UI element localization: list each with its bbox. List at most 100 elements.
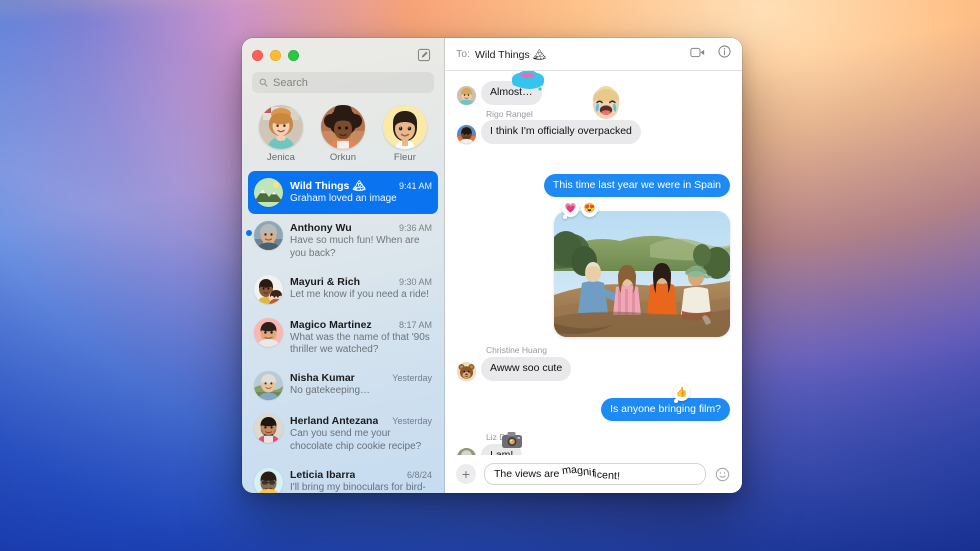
compose-icon[interactable]	[414, 45, 434, 65]
avatar	[259, 105, 303, 149]
message-list[interactable]: Almost… Rigo Rangel I think I'm official…	[445, 71, 742, 455]
conversation-thread: To: Wild Things 🏔 Almost… Rigo Rangel I …	[445, 38, 742, 493]
avatar	[254, 274, 283, 304]
avatar	[254, 371, 283, 401]
avatar	[457, 124, 476, 144]
avatar	[321, 105, 365, 149]
unread-indicator	[246, 230, 252, 236]
message-bubble-outgoing[interactable]: Is anyone bringing film?	[601, 397, 730, 422]
conversation-name: Leticia Ibarra	[290, 468, 356, 481]
reaction-thumbs-up[interactable]: 👍	[673, 383, 690, 401]
pinned-contacts: Jenica Orkun Fleur	[242, 101, 444, 171]
conversation-time: 8:17 AM	[398, 319, 432, 330]
message-input-text: The views are	[494, 468, 560, 480]
add-attachment-button[interactable]: +	[456, 464, 476, 484]
conversation-time: 6/8/24	[406, 469, 432, 480]
conversation-item-mayuri-rich[interactable]: Mayuri & Rich 9:30 AM Let me know if you…	[248, 268, 438, 311]
info-icon[interactable]	[718, 45, 731, 63]
avatar	[254, 221, 283, 250]
avatar	[254, 178, 283, 207]
message-row: Almost…	[457, 81, 730, 105]
emoji-smiley-icon[interactable]	[714, 466, 731, 483]
desktop-background: Search Jenica Orkun Fleur Wild Things 🏔 …	[0, 0, 980, 551]
conversation-time: 9:30 AM	[398, 276, 432, 287]
avatar	[254, 414, 283, 444]
conversation-body: Magico Martinez 8:17 AM What was the nam…	[290, 318, 432, 358]
reaction-heart-eyes[interactable]: 😍	[581, 200, 598, 218]
thread-actions	[690, 45, 731, 63]
message-row: I am!	[457, 431, 730, 455]
message-bubble-incoming[interactable]: I am!	[481, 443, 523, 455]
conversation-name: Herland Antezana	[290, 415, 379, 428]
conversation-body: Nisha Kumar Yesterday No gatekeeping…	[290, 371, 432, 398]
message-bubble-outgoing[interactable]: This time last year we were in Spain	[543, 173, 730, 198]
pinned-contact[interactable]: Jenica	[254, 105, 308, 163]
minimize-button[interactable]	[270, 49, 281, 61]
conversation-list[interactable]: Wild Things 🏔 9:41 AM Graham loved an im…	[242, 171, 444, 493]
maximize-button[interactable]	[288, 49, 299, 61]
conversation-item-herland-antezana[interactable]: Herland Antezana Yesterday Can you send …	[248, 407, 438, 461]
message-row: I think I'm officially overpacked	[457, 120, 730, 144]
avatar	[457, 85, 476, 105]
search-container: Search	[242, 72, 444, 101]
conversation-preview: What was the name of that '90s thriller …	[290, 331, 430, 356]
message-photo[interactable]	[554, 211, 730, 338]
thread-to-label: To:	[456, 48, 471, 60]
traffic-lights[interactable]	[252, 49, 299, 61]
conversation-name: Anthony Wu	[290, 222, 352, 234]
message-bubble-incoming[interactable]: Almost…	[481, 81, 542, 105]
message-row: This time last year we were in Spain	[457, 173, 730, 198]
thread-title[interactable]: Wild Things 🏔	[475, 48, 546, 61]
conversation-body: Mayuri & Rich 9:30 AM Let me know if you…	[290, 275, 432, 302]
message-sender-name: Rigo Rangel	[486, 108, 533, 119]
search-input[interactable]: Search	[252, 72, 434, 93]
conversation-preview: Graham loved an image	[290, 193, 397, 204]
avatar	[254, 467, 283, 493]
conversation-preview: No gatekeeping…	[290, 385, 371, 397]
thread-header: To: Wild Things 🏔	[445, 38, 742, 71]
pinned-contact-name: Jenica	[266, 152, 296, 163]
message-sender-name: Liz Dizon	[486, 432, 521, 443]
conversation-preview: I'll bring my binoculars for bird-watchi…	[290, 481, 426, 493]
conversation-name: Wild Things 🏔	[290, 180, 366, 192]
conversation-body: Leticia Ibarra 6/8/24 I'll bring my bino…	[290, 468, 432, 493]
messages-window: Search Jenica Orkun Fleur Wild Things 🏔 …	[242, 38, 742, 493]
pinned-contact[interactable]: Orkun	[316, 105, 370, 163]
message-bubble-incoming[interactable]: Awww soo cute	[481, 356, 572, 381]
facetime-video-icon[interactable]	[690, 45, 705, 63]
conversation-body: Wild Things 🏔 9:41 AM Graham loved an im…	[290, 178, 432, 206]
message-row: 👍 Is anyone bringing film?	[457, 383, 730, 422]
conversation-item-leticia-ibarra[interactable]: Leticia Ibarra 6/8/24 I'll bring my bino…	[248, 461, 438, 493]
message-reactions[interactable]: 👍	[673, 383, 690, 401]
message-composer: + The views are magnificent!	[445, 455, 742, 493]
conversation-preview: Have so much fun! When are you back?	[290, 235, 420, 259]
message-input[interactable]: The views are magnificent!	[484, 463, 706, 485]
conversation-item-anthony-wu[interactable]: Anthony Wu 9:36 AM Have so much fun! Whe…	[246, 214, 438, 268]
message-bubble-incoming[interactable]: I think I'm officially overpacked	[481, 120, 641, 144]
conversation-item-nisha-kumar[interactable]: Nisha Kumar Yesterday No gatekeeping…	[248, 364, 438, 407]
avatar	[383, 105, 427, 149]
conversation-name: Mayuri & Rich	[290, 275, 361, 288]
conversation-time: 9:41 AM	[398, 181, 432, 191]
search-placeholder: Search	[273, 76, 308, 89]
message-input-effect-text: magnificent!	[561, 463, 621, 483]
avatar	[457, 361, 476, 381]
conversation-name: Magico Martinez	[290, 318, 372, 331]
conversation-item-wild-things[interactable]: Wild Things 🏔 9:41 AM Graham loved an im…	[248, 171, 438, 214]
conversation-name: Nisha Kumar	[290, 372, 355, 385]
pinned-contact-name: Fleur	[393, 152, 417, 163]
conversation-time: Yesterday	[392, 416, 432, 427]
conversation-body: Anthony Wu 9:36 AM Have so much fun! Whe…	[290, 221, 432, 261]
search-icon	[259, 78, 268, 87]
avatar	[254, 317, 283, 347]
conversation-body: Herland Antezana Yesterday Can you send …	[290, 414, 432, 454]
pinned-contact-name: Orkun	[329, 152, 357, 163]
pinned-contact[interactable]: Fleur	[378, 105, 432, 163]
close-button[interactable]	[252, 49, 263, 61]
sidebar: Search Jenica Orkun Fleur Wild Things 🏔 …	[242, 38, 445, 493]
conversation-time: 9:36 AM	[398, 223, 432, 233]
message-reactions[interactable]: 💗 😍	[562, 200, 598, 218]
conversation-item-magico-martinez[interactable]: Magico Martinez 8:17 AM What was the nam…	[248, 311, 438, 365]
conversation-time: Yesterday	[392, 373, 432, 384]
conversation-preview: Can you send me your chocolate chip cook…	[290, 428, 422, 452]
